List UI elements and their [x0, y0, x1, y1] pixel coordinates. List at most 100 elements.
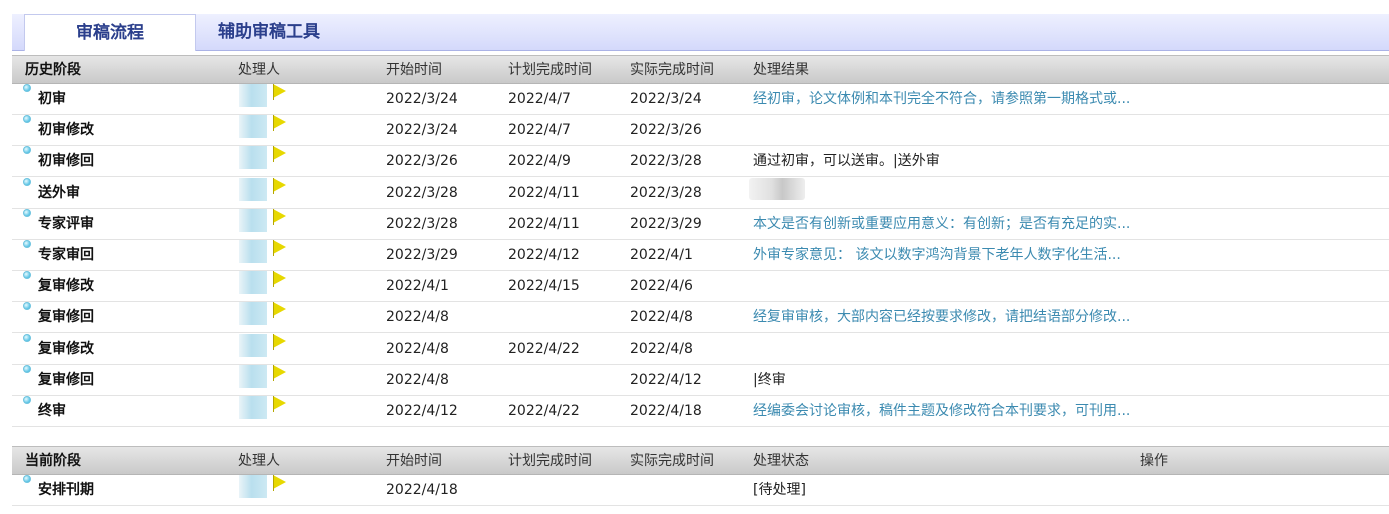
actual-time: 2022/4/8: [630, 309, 693, 326]
tab-bar: 审稿流程 辅助审稿工具: [12, 14, 1389, 51]
result-link[interactable]: 外审专家意见： 该文以数字鸿沟背景下老年人数字化生活...: [753, 240, 1121, 271]
status-text: [待处理]: [753, 482, 806, 498]
start-time-header: 开始时间: [386, 453, 442, 469]
yellow-flag-icon[interactable]: [273, 364, 286, 381]
yellow-flag-icon[interactable]: [273, 208, 286, 225]
table-row: 初审修改 2022/3/24 2022/4/7 2022/3/26: [12, 115, 1389, 147]
result-link[interactable]: 经初审，论文体例和本刊完全不符合，请参照第一期格式或...: [753, 84, 1130, 115]
stage-name[interactable]: 复审修回: [38, 365, 94, 396]
actual-time: 2022/4/12: [630, 371, 702, 388]
table-row: 复审修改 2022/4/1 2022/4/15 2022/4/6: [12, 271, 1389, 303]
result-link[interactable]: 经复审审核，大部内容已经按要求修改，请把结语部分修改...: [753, 302, 1130, 333]
actual-time: 2022/4/6: [630, 278, 693, 295]
circle-bullet-icon: [23, 396, 31, 404]
circle-bullet-icon: [23, 364, 31, 373]
handler-name-redacted: [239, 240, 267, 263]
yellow-flag-icon[interactable]: [273, 115, 286, 132]
actual-time: 2022/3/28: [630, 153, 702, 170]
actual-time: 2022/4/8: [630, 340, 693, 357]
result-text: |终审: [753, 371, 786, 388]
spacer-row: [12, 427, 1389, 448]
review-process-page: 审稿流程 辅助审稿工具 历史阶段 处理人 开始时间 计划完成时间 实际完成时间 …: [0, 0, 1389, 514]
yellow-flag-icon[interactable]: [273, 302, 286, 319]
start-time: 2022/4/8: [386, 309, 449, 326]
history-stage-header: 历史阶段: [25, 62, 81, 78]
result-link[interactable]: 本文是否有创新或重要应用意义：有创新；是否有充足的实...: [753, 209, 1130, 240]
yellow-flag-icon[interactable]: [273, 177, 286, 194]
circle-bullet-icon: [23, 177, 31, 186]
stage-name[interactable]: 初审: [38, 84, 66, 115]
table-row: 专家审回 2022/3/29 2022/4/12 2022/4/1 外审专家意见： 该文…: [12, 240, 1389, 271]
actual-time: 2022/4/18: [630, 403, 702, 419]
table-row: 安排刊期 2022/4/18 [待处理]: [12, 475, 1389, 506]
start-time: 2022/4/12: [386, 403, 458, 419]
circle-bullet-icon: [23, 475, 31, 483]
table-row: 复审修改 2022/4/8 2022/4/22 2022/4/8: [12, 333, 1389, 365]
result-header: 处理结果: [753, 62, 809, 78]
table-row: 复审修回 2022/4/8 2022/4/8 经复审审核，大部内容已经按要求修改，请把…: [12, 302, 1389, 334]
stage-name[interactable]: 初审修回: [38, 146, 94, 177]
circle-bullet-icon: [23, 208, 31, 217]
start-time: 2022/4/1: [386, 278, 449, 295]
actual-time-header: 实际完成时间: [630, 453, 714, 469]
planned-time-header: 计划完成时间: [508, 62, 592, 78]
handler-name-redacted: [239, 396, 267, 419]
stage-name[interactable]: 送外审: [38, 178, 80, 209]
current-table-header: 当前阶段 处理人 开始时间 计划完成时间 实际完成时间 处理状态 操作: [12, 446, 1389, 475]
planned-time: 2022/4/22: [508, 403, 580, 419]
stage-name[interactable]: 终审: [38, 396, 66, 427]
yellow-flag-icon[interactable]: [273, 475, 286, 491]
planned-time: 2022/4/11: [508, 184, 580, 201]
handler-name-redacted: [239, 177, 267, 201]
actual-time-header: 实际完成时间: [630, 62, 714, 78]
circle-bullet-icon: [23, 271, 31, 280]
stage-name[interactable]: 复审修改: [38, 271, 94, 302]
start-time: 2022/3/24: [386, 91, 458, 107]
planned-time: 2022/4/15: [508, 278, 580, 295]
yellow-flag-icon[interactable]: [273, 84, 286, 100]
result-link[interactable]: 经编委会讨论审核，稿件主题及修改符合本刊要求，可刊用...: [753, 396, 1130, 427]
actual-time: 2022/3/29: [630, 215, 702, 232]
handler-name-redacted: [239, 84, 267, 107]
handler-header: 处理人: [238, 62, 280, 78]
status-header: 处理状态: [753, 453, 809, 469]
yellow-flag-icon[interactable]: [273, 146, 286, 163]
circle-bullet-icon: [23, 302, 31, 311]
stage-name[interactable]: 复审修回: [38, 302, 94, 333]
planned-time-header: 计划完成时间: [508, 453, 592, 469]
table-row: 专家评审 2022/3/28 2022/4/11 2022/3/29 本文是否有创新或重…: [12, 208, 1389, 240]
action-header: 操作: [1140, 453, 1168, 469]
planned-time: 2022/4/22: [508, 340, 580, 357]
actual-time: 2022/3/26: [630, 122, 702, 139]
result-text: 通过初审，可以送审。|送外审: [753, 153, 940, 170]
planned-time: 2022/4/9: [508, 153, 571, 170]
planned-time: 2022/4/12: [508, 247, 580, 263]
table-row: 初审 2022/3/24 2022/4/7 2022/3/24 经初审，论文体例和本刊完…: [12, 84, 1389, 115]
circle-bullet-icon: [23, 240, 31, 248]
start-time: 2022/3/26: [386, 153, 458, 170]
handler-name-redacted: [239, 146, 267, 170]
stage-name[interactable]: 初审修改: [38, 115, 94, 146]
table-row: 复审修回 2022/4/8 2022/4/12 |终审: [12, 364, 1389, 396]
stage-name[interactable]: 复审修改: [38, 334, 94, 365]
history-table-header: 历史阶段 处理人 开始时间 计划完成时间 实际完成时间 处理结果: [12, 55, 1389, 84]
actual-time: 2022/4/1: [630, 247, 693, 263]
handler-name-redacted: [239, 302, 267, 326]
actual-time: 2022/3/24: [630, 91, 702, 107]
stage-name[interactable]: 专家评审: [38, 209, 94, 240]
handler-name-redacted: [239, 115, 267, 139]
start-time: 2022/4/8: [386, 371, 449, 388]
yellow-flag-icon[interactable]: [273, 333, 286, 350]
yellow-flag-icon[interactable]: [273, 271, 286, 288]
tab-review-tools[interactable]: 辅助审稿工具: [210, 14, 328, 51]
start-time: 2022/3/24: [386, 122, 458, 139]
stage-name[interactable]: 专家审回: [38, 240, 94, 271]
circle-bullet-icon: [23, 84, 31, 92]
stage-name[interactable]: 安排刊期: [38, 475, 94, 506]
table-row: 送外审 2022/3/28 2022/4/11 2022/3/28: [12, 177, 1389, 209]
yellow-flag-icon[interactable]: [273, 240, 286, 256]
table-row: 终审 2022/4/12 2022/4/22 2022/4/18 经编委会讨论审核，稿件…: [12, 396, 1389, 427]
tab-review-process[interactable]: 审稿流程: [24, 14, 196, 51]
yellow-flag-icon[interactable]: [273, 396, 286, 412]
start-time: 2022/4/8: [386, 340, 449, 357]
